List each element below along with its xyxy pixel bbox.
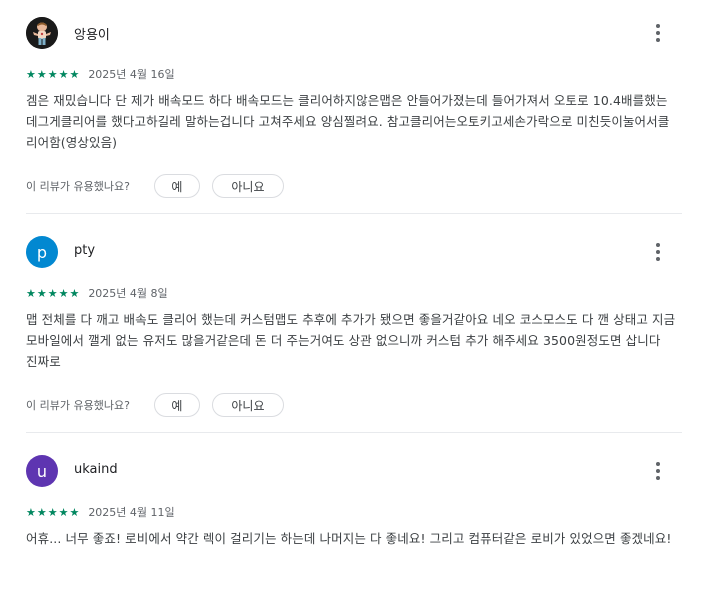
more-options-icon[interactable] [646,238,670,266]
reviewer-name: ukaind [74,462,118,477]
divider [26,432,682,433]
review-header: u ukaind [26,455,682,491]
helpful-no-button[interactable]: 아니요 [211,393,284,417]
helpful-row: 이 리뷰가 유용했나요? 예 아니요 [26,174,284,198]
avatar [26,17,58,49]
helpful-no-button[interactable]: 아니요 [211,174,284,198]
star-rating: ★★★★★ [26,505,81,519]
reviewer-name: pty [74,243,96,258]
review-meta: ★★★★★ 2025년 4월 8일 [26,285,168,301]
avatar-letter: u [36,461,48,481]
star-rating: ★★★★★ [26,67,81,81]
review-text: 맵 전체를 다 깨고 배속도 클리어 했는데 커스텀맵도 추후에 추가가 됐으면… [26,312,676,369]
divider [26,213,682,214]
review-header: 앙용이 [26,17,682,53]
character-photo-icon [26,17,58,49]
review-item: p pty ★★★★★ 2025년 4월 8일 맵 전체를 다 깨고 배속도 클… [26,236,682,426]
helpful-yes-button[interactable]: 예 [153,393,200,417]
more-options-icon[interactable] [646,19,670,47]
review-item: 앙용이 ★★★★★ 2025년 4월 16일 겜은 재밌습니다 단 제가 배속모… [26,17,682,207]
star-rating: ★★★★★ [26,286,81,300]
review-meta: ★★★★★ 2025년 4월 16일 [26,66,175,82]
review-item: u ukaind ★★★★★ 2025년 4월 11일 어휴... 너무 좋죠!… [26,455,682,593]
review-date: 2025년 4월 16일 [88,68,175,81]
review-header: p pty [26,236,682,272]
review-date: 2025년 4월 8일 [88,287,168,300]
avatar-letter: p [36,242,48,262]
review-text: 겜은 재밌습니다 단 제가 배속모드 하다 배속모드는 클리어하지않은맵은 안들… [26,93,670,150]
reviewer-name: 앙용이 [74,28,110,43]
helpful-question: 이 리뷰가 유용했나요? [26,180,130,193]
avatar: u [26,455,58,487]
review-text: 어휴... 너무 좋죠! 로비에서 약간 렉이 걸리기는 하는데 나머지는 다 … [26,531,672,546]
reviews-list: 앙용이 ★★★★★ 2025년 4월 16일 겜은 재밌습니다 단 제가 배속모… [0,0,708,593]
more-options-icon[interactable] [646,457,670,485]
review-date: 2025년 4월 11일 [88,506,175,519]
helpful-question: 이 리뷰가 유용했나요? [26,399,130,412]
helpful-row: 이 리뷰가 유용했나요? 예 아니요 [26,393,284,417]
helpful-yes-button[interactable]: 예 [153,174,200,198]
avatar: p [26,236,58,268]
review-meta: ★★★★★ 2025년 4월 11일 [26,504,175,520]
